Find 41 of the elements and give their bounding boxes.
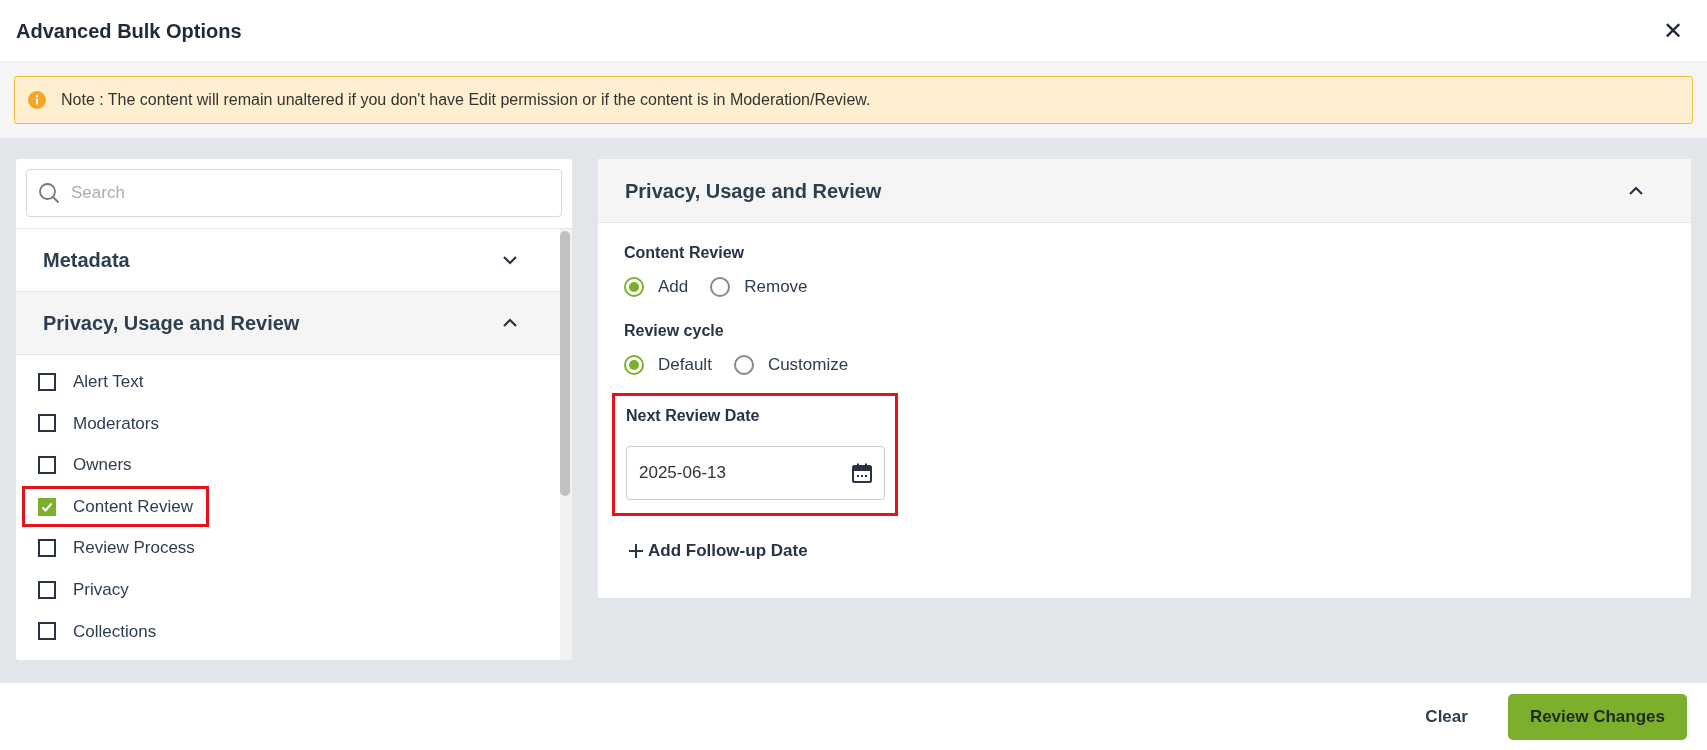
date-field[interactable]: 2025-06-13 xyxy=(626,446,885,500)
close-button[interactable]: ✕ xyxy=(1663,18,1683,43)
checkbox[interactable] xyxy=(38,497,56,516)
accordion-title: Metadata xyxy=(43,248,130,273)
checkbox[interactable] xyxy=(38,539,56,558)
radio-option[interactable]: Default xyxy=(624,352,712,378)
checkbox[interactable] xyxy=(38,580,56,599)
scrollbar-thumb[interactable] xyxy=(560,231,570,496)
chevron-up-icon xyxy=(502,318,518,328)
group-label: Content Review xyxy=(624,243,745,263)
checkbox-item[interactable]: Privacy xyxy=(22,568,145,611)
radio-option[interactable]: Add xyxy=(624,274,689,300)
calendar-icon xyxy=(851,462,873,484)
group-label: Review cycle xyxy=(624,321,725,341)
checkbox-item[interactable]: Content Review xyxy=(22,485,209,528)
radio-option[interactable]: Remove xyxy=(710,274,808,300)
radio-option[interactable]: Customize xyxy=(733,352,849,378)
info-icon xyxy=(27,90,47,110)
checkbox[interactable] xyxy=(38,414,56,433)
checkbox-item[interactable]: Review Process xyxy=(22,527,211,569)
field-label: Next Review Date xyxy=(626,406,761,426)
checkbox[interactable] xyxy=(38,372,56,391)
checkbox-item[interactable]: Collections xyxy=(22,610,173,653)
checkbox-item[interactable]: Moderators xyxy=(22,402,175,445)
search-icon xyxy=(38,182,60,204)
add-follow-up-link[interactable]: Add Follow-up Date xyxy=(628,538,808,564)
checkbox[interactable] xyxy=(38,456,56,474)
checkbox-item[interactable]: Alert Text xyxy=(22,361,160,403)
accordion-header[interactable]: Privacy, Usage and Review xyxy=(16,292,560,355)
panel-header[interactable]: Privacy, Usage and Review xyxy=(598,159,1691,223)
clear-button[interactable]: Clear xyxy=(1421,693,1472,740)
panel-title: Privacy, Usage and Review xyxy=(625,178,882,204)
chevron-down-icon xyxy=(502,255,518,265)
note-text: Note : The content will remain unaltered if you don't have Edit permission or if the content is in Moderation/Review. xyxy=(61,90,871,110)
search-field[interactable]: Search xyxy=(26,169,562,217)
review-changes-button[interactable]: Review Changes xyxy=(1507,693,1687,740)
checkbox[interactable] xyxy=(38,622,56,641)
plus-icon xyxy=(628,542,644,559)
dialog-title: Advanced Bulk Options xyxy=(16,18,242,44)
checkbox-item[interactable]: Owners xyxy=(22,444,148,486)
accordion-title: Privacy, Usage and Review xyxy=(43,311,300,336)
